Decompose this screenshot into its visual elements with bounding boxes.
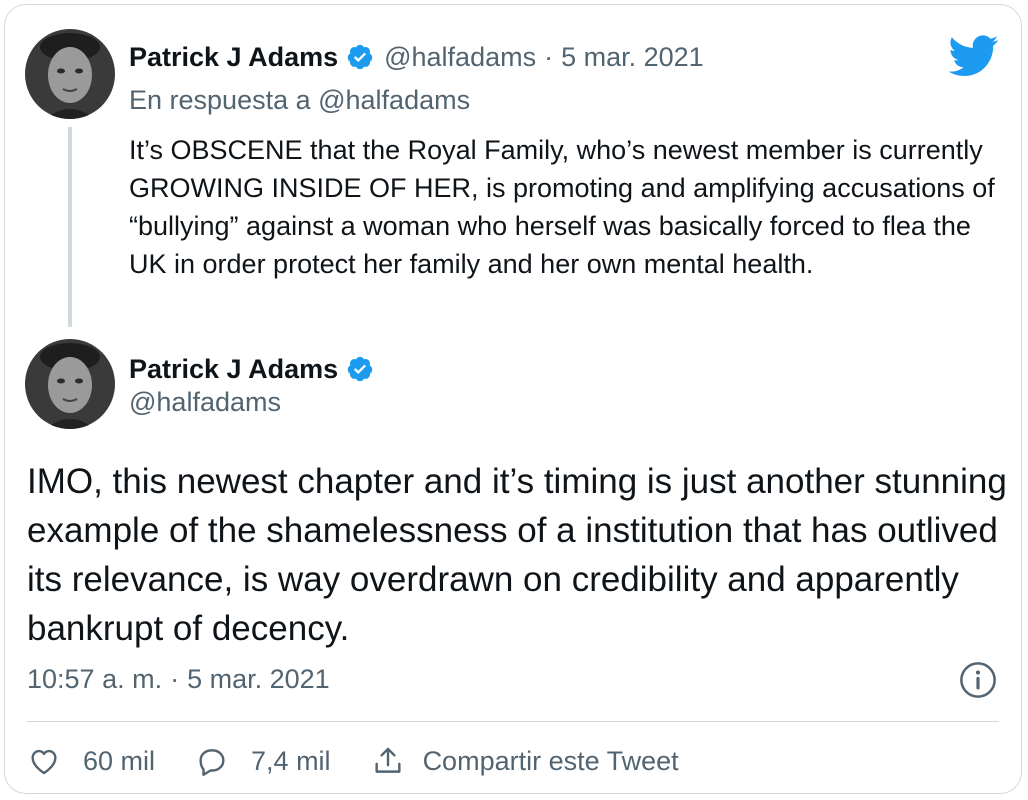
embedded-tweet-card: Patrick J Adams @halfadams · 5 mar. 2021… (4, 4, 1022, 794)
main-tweet-header: Patrick J Adams (129, 349, 374, 389)
share-label: Compartir este Tweet (422, 745, 679, 776)
author-handle[interactable]: @halfadams (129, 387, 281, 418)
separator-dot: · (170, 663, 180, 694)
separator-dot: · (544, 41, 554, 72)
tweet-time[interactable]: 10:57 a. m. (27, 664, 162, 695)
thread-connector-line (68, 127, 72, 327)
actions-divider (27, 721, 999, 722)
parent-tweet-header: Patrick J Adams @halfadams · 5 mar. 2021 (129, 37, 704, 77)
avatar[interactable] (25, 339, 115, 429)
like-count: 60 mil (83, 745, 156, 776)
main-tweet-text: IMO, this newest chapter and it’s timing… (27, 462, 1007, 648)
tweet-date[interactable]: 5 mar. 2021 (187, 664, 330, 695)
reply-count: 7,4 mil (251, 745, 331, 776)
reply-button[interactable]: 7,4 mil (195, 744, 331, 778)
share-button[interactable]: Compartir este Tweet (371, 744, 679, 778)
tweet-date[interactable]: 5 mar. 2021 (561, 42, 704, 73)
avatar[interactable] (25, 29, 115, 119)
verified-badge-icon (347, 44, 373, 70)
tweet-timestamp[interactable]: 10:57 a. m. · 5 mar. 2021 (27, 659, 330, 699)
author-name[interactable]: Patrick J Adams (129, 42, 338, 73)
reply-bubble-icon (199, 749, 225, 776)
verified-badge-icon (347, 356, 373, 382)
author-name[interactable]: Patrick J Adams (129, 354, 338, 385)
avatar-photo (25, 29, 115, 119)
like-button[interactable]: 60 mil (27, 744, 155, 778)
parent-tweet-text: It’s OBSCENE that the Royal Family, who’… (129, 135, 995, 279)
tweet-actions-bar: 60 mil 7,4 mil Compartir este Tweet (27, 739, 719, 783)
twitter-bird-icon[interactable] (949, 35, 999, 77)
heart-icon (31, 749, 57, 775)
info-icon[interactable] (959, 661, 997, 699)
avatar-photo (25, 339, 115, 429)
reply-to-label[interactable]: En respuesta a @halfadams (129, 85, 470, 116)
author-handle[interactable]: @halfadams (384, 42, 536, 73)
share-icon (375, 747, 401, 773)
